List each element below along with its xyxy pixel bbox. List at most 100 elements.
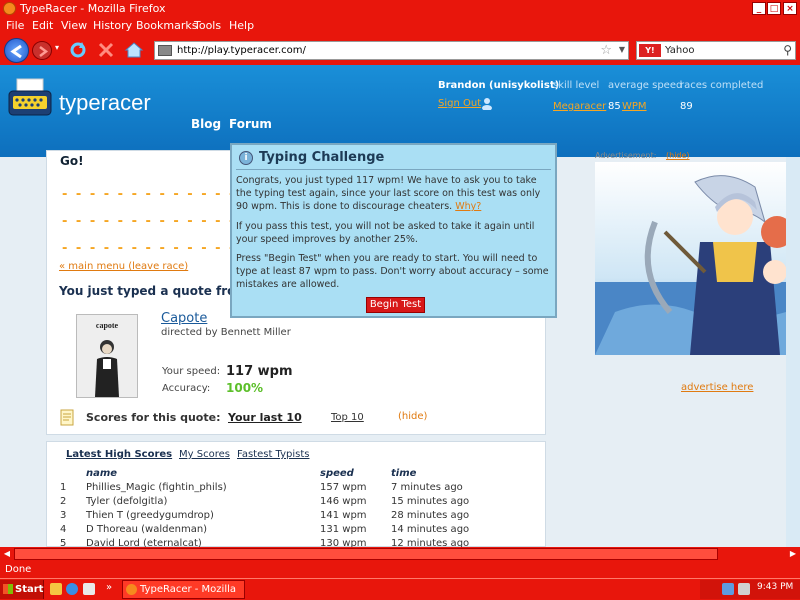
bookmark-star-icon[interactable]: ☆ [600,43,612,58]
movie-title-link[interactable]: Capote [161,311,207,326]
table-row: 1 Phillies_Magic (fightin_phils) 157 wpm… [55,482,495,496]
column-header-time: time [391,468,417,479]
search-engine-icon[interactable]: Y! [639,44,661,57]
history-dropdown-icon[interactable]: ▾ [55,43,59,52]
menu-bookmarks[interactable]: Bookmarks [136,19,197,32]
ad-hide-link[interactable]: (hide) [666,151,690,160]
tab-fastest-typists[interactable]: Fastest Typists [237,449,310,460]
close-window-button[interactable]: × [783,2,797,15]
row-name[interactable]: Thien T (greedygumdrop) [86,510,214,521]
horizontal-scrollbar[interactable]: ◀ ▶ [0,547,800,561]
menu-help[interactable]: Help [229,19,254,32]
row-time: 14 minutes ago [391,524,470,535]
quicklaunch-app-icon[interactable] [83,583,95,595]
row-time: 15 minutes ago [391,496,470,507]
dialog-paragraph-1: Congrats, you just typed 117 wpm! We hav… [236,174,554,213]
sign-out-link[interactable]: Sign Out [438,98,481,109]
skill-level-value[interactable]: Megaracer [553,101,606,112]
movie-poster: capote [76,314,138,398]
typed-quote-heading: You just typed a quote fro [59,284,236,298]
row-rank: 3 [60,510,67,521]
taskbar-task-label: TypeRacer - Mozilla Fi... [140,584,237,595]
taskbar-firefox-button[interactable]: TypeRacer - Mozilla Fi... [122,580,245,599]
user-name: Brandon (unisykolist) [438,80,560,91]
search-bar[interactable]: Y! Yahoo ⚲ [636,41,796,60]
dialog-title: Typing Challenge [259,150,385,165]
dialog-paragraph-2: If you pass this test, you will not be a… [236,221,535,245]
row-name[interactable]: Phillies_Magic (fightin_phils) [86,482,227,493]
status-text: Done [5,564,32,575]
menu-bar: File Edit View History Bookmarks Tools H… [0,17,800,35]
nav-forum-link[interactable]: Forum [229,117,272,131]
table-row: 3 Thien T (greedygumdrop) 141 wpm 28 min… [55,510,495,524]
row-name[interactable]: Tyler (defolgitla) [86,496,167,507]
menu-view[interactable]: View [61,19,87,32]
menu-file[interactable]: File [6,19,24,32]
address-bar[interactable]: http://play.typeracer.com/ ☆ ▼ [154,41,629,60]
quicklaunch-folder-icon[interactable] [50,583,62,595]
maximize-button[interactable]: □ [767,2,781,15]
row-name[interactable]: D Thoreau (waldenman) [86,524,207,535]
site-logo[interactable]: typeracer [59,90,151,116]
row-name[interactable]: David Lord (eternalcat) [86,538,202,547]
dialog-paragraph-3: Press "Begin Test" when you are ready to… [236,253,549,290]
begin-test-button[interactable]: Begin Test [366,297,425,313]
movie-director: directed by Bennett Miller [161,327,291,338]
volume-icon[interactable] [738,583,750,595]
search-icon[interactable]: ⚲ [783,43,792,57]
row-speed: 131 wpm [320,524,367,535]
why-link[interactable]: Why? [455,201,481,212]
info-icon: i [239,151,253,165]
anime-warrior-illustration [595,162,786,355]
clock: 9:43 PM [757,582,794,592]
advertisement-image[interactable] [595,162,786,355]
row-speed: 141 wpm [320,510,367,521]
forward-button[interactable] [32,41,52,60]
start-button[interactable]: Start [0,580,44,599]
menu-history[interactable]: History [93,19,132,32]
scroll-left-icon[interactable]: ◀ [1,548,13,560]
network-icon[interactable] [722,583,734,595]
main-menu-link[interactable]: « main menu (leave race) [59,261,188,272]
nav-blog-link[interactable]: Blog [191,117,221,131]
stop-icon[interactable] [96,40,116,60]
taskbar: Start » TypeRacer - Mozilla Fi... 9:43 P… [0,578,800,600]
window-title-bar: TypeRacer - Mozilla Firefox _ □ × [0,0,800,17]
scores-last10-tab[interactable]: Your last 10 [228,411,302,424]
forward-arrow-icon [39,46,49,57]
quicklaunch-ie-icon[interactable] [66,583,78,595]
firefox-icon [126,584,137,595]
windows-logo-icon [3,584,13,594]
advertise-here-link[interactable]: advertise here [681,382,753,393]
back-arrow-icon [10,44,22,59]
poster-title: capote [95,321,119,330]
tab-latest-high-scores[interactable]: Latest High Scores [66,449,172,460]
typing-challenge-dialog: i Typing Challenge Congrats, you just ty… [230,143,557,318]
site-favicon [158,45,172,56]
poster-figure [95,340,119,397]
quicklaunch-more-icon[interactable]: » [106,582,112,593]
scrollbar-thumb[interactable] [14,548,718,560]
row-speed: 146 wpm [320,496,367,507]
scroll-right-icon[interactable]: ▶ [787,548,799,560]
row-rank: 2 [60,496,67,507]
start-label: Start [15,584,44,595]
url-dropdown-icon[interactable]: ▼ [619,45,625,54]
menu-tools[interactable]: Tools [194,19,221,32]
back-button[interactable] [4,38,29,63]
scores-top10-tab[interactable]: Top 10 [331,412,364,423]
average-speed-label: average speed [608,80,683,91]
typewriter-logo-icon[interactable] [8,78,52,118]
tab-my-scores[interactable]: My Scores [179,449,230,460]
minimize-button[interactable]: _ [752,2,766,15]
dialog-divider [236,169,551,170]
firefox-icon [3,2,16,15]
row-speed: 157 wpm [320,482,367,493]
your-speed-value: 117 wpm [226,364,293,379]
average-speed-unit-link[interactable]: WPM [622,101,647,112]
menu-edit[interactable]: Edit [32,19,53,32]
scores-hide-link[interactable]: (hide) [398,411,427,422]
home-icon[interactable] [124,40,144,60]
reload-icon[interactable] [68,40,88,60]
dialog-paragraph-1-text: Congrats, you just typed 117 wpm! We hav… [236,175,541,212]
